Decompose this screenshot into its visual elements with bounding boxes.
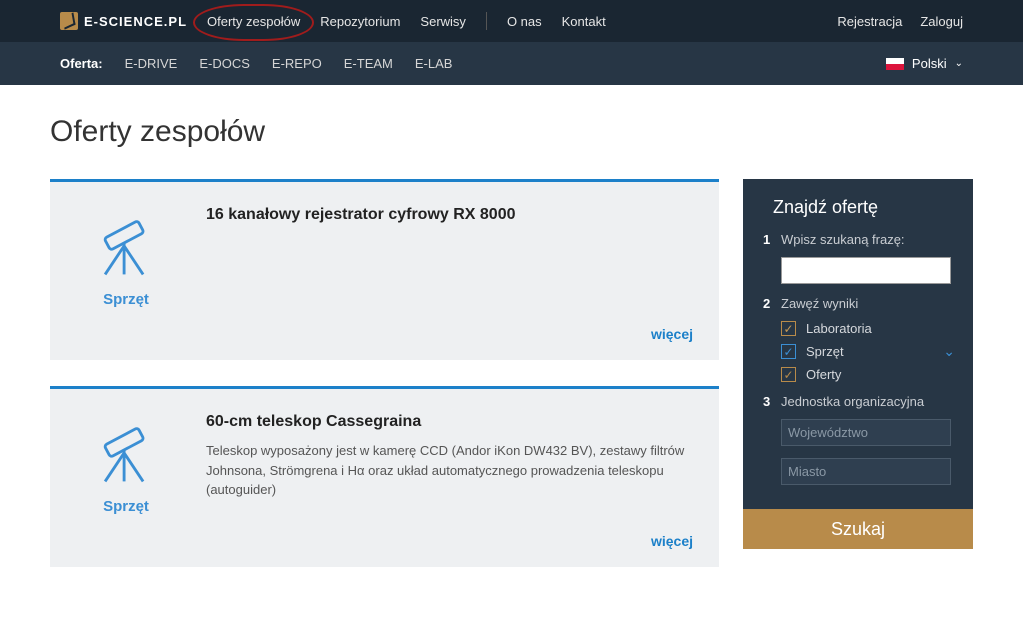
search-phrase-input[interactable] [781,257,951,284]
nav-repozytorium[interactable]: Repozytorium [320,14,400,29]
step3-label: Jednostka organizacyjna [781,394,924,409]
offer-category: Sprzęt [76,206,176,308]
offer-category-label: Sprzęt [76,291,176,308]
nav-kontakt[interactable]: Kontakt [562,14,606,29]
subnav-erepo[interactable]: E-REPO [272,56,322,71]
step-number: 3 [763,394,771,409]
offer-title: 60-cm teleskop Cassegraina [206,413,693,431]
telescope-icon [88,206,164,282]
subnav-edocs[interactable]: E-DOCS [199,56,250,71]
chevron-down-icon: ⌄ [955,58,963,69]
flag-icon [886,58,904,70]
logo-icon [60,12,78,30]
filter-sprzet[interactable]: ✓ Sprzęt ⌄ [781,344,955,359]
brand-text: E-SCIENCE.PL [84,14,187,29]
search-button-label: Szukaj [831,519,885,540]
sub-nav-left: Oferta: E-DRIVE E-DOCS E-REPO E-TEAM E-L… [60,56,452,71]
content: Sprzęt 16 kanałowy rejestrator cyfrowy R… [0,149,1023,623]
search-button[interactable]: Szukaj [743,509,973,549]
filter-oferty[interactable]: ✓ Oferty [781,367,955,382]
oferta-label: Oferta: [60,56,103,71]
nav-zaloguj[interactable]: Zaloguj [920,14,963,29]
miasto-input[interactable] [781,458,951,485]
offer-card: Sprzęt 60-cm teleskop Cassegraina Telesk… [50,386,719,567]
subnav-elab[interactable]: E-LAB [415,56,453,71]
offers-list: Sprzęt 16 kanałowy rejestrator cyfrowy R… [50,179,719,593]
language-selector[interactable]: Polski ⌄ [886,56,963,71]
nav-oferty-zespolow[interactable]: Oferty zespołów [207,14,300,29]
more-link[interactable]: więcej [651,326,693,342]
step2-label: Zawęź wyniki [781,296,858,311]
offer-category: Sprzęt [76,413,176,515]
offer-category-label: Sprzęt [76,498,176,515]
subnav-eteam[interactable]: E-TEAM [344,56,393,71]
nav-rejestracja[interactable]: Rejestracja [837,14,902,29]
offer-desc: Teleskop wyposażony jest w kamerę CCD (A… [206,441,693,500]
offer-title: 16 kanałowy rejestrator cyfrowy RX 8000 [206,206,693,224]
filter-label: Oferty [806,367,841,382]
nav-onas[interactable]: O nas [507,14,542,29]
page-title: Oferty zespołów [0,85,1023,149]
step-number: 1 [763,232,771,247]
top-nav-right: Rejestracja Zaloguj [837,14,963,29]
checkbox-icon: ✓ [781,367,796,382]
subnav-edrive[interactable]: E-DRIVE [125,56,178,71]
checkbox-icon: ✓ [781,344,796,359]
checkbox-icon: ✓ [781,321,796,336]
wojewodztwo-input[interactable] [781,419,951,446]
offer-card: Sprzęt 16 kanałowy rejestrator cyfrowy R… [50,179,719,360]
filter-laboratoria[interactable]: ✓ Laboratoria [781,321,955,336]
chevron-down-icon[interactable]: ⌄ [943,343,955,360]
filter-label: Laboratoria [806,321,872,336]
telescope-icon [88,413,164,489]
search-sidebar: Znajdź ofertę 1 Wpisz szukaną frazę: 2 Z… [743,179,973,549]
sidebar-title: Znajdź ofertę [773,197,955,218]
language-label: Polski [912,56,947,71]
more-link[interactable]: więcej [651,533,693,549]
sub-nav: Oferta: E-DRIVE E-DOCS E-REPO E-TEAM E-L… [0,42,1023,85]
top-nav-left: E-SCIENCE.PL Oferty zespołów Repozytoriu… [60,12,606,30]
nav-divider [486,12,487,30]
step1-label: Wpisz szukaną frazę: [781,232,905,247]
nav-serwisy[interactable]: Serwisy [420,14,466,29]
filter-label: Sprzęt [806,344,844,359]
top-nav: E-SCIENCE.PL Oferty zespołów Repozytoriu… [0,0,1023,42]
logo[interactable]: E-SCIENCE.PL [60,12,187,30]
step-number: 2 [763,296,771,311]
